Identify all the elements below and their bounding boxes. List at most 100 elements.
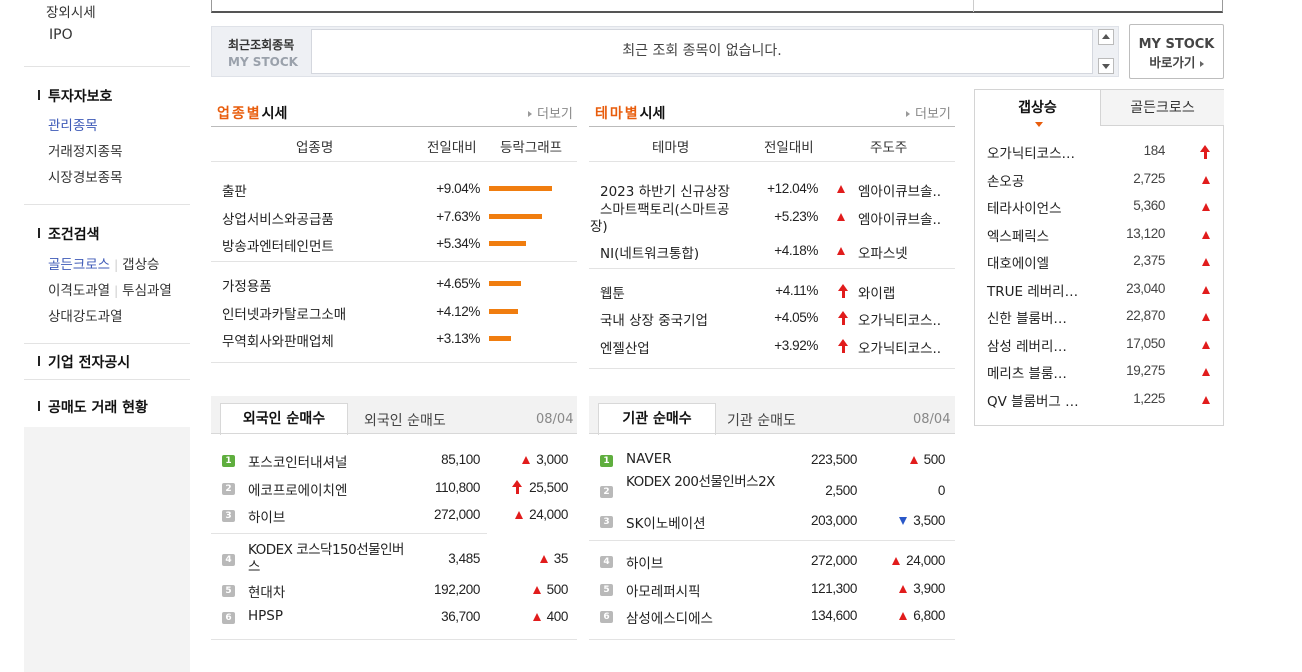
sidebar-link-managed-stocks[interactable]: 관리종목 <box>48 114 98 134</box>
gap-stock-name[interactable]: 신한 블룸버… <box>987 307 1067 327</box>
theme-leader[interactable]: 와이랩 <box>858 282 895 302</box>
stock-name[interactable]: KODEX 200선물인버스2X <box>626 474 776 491</box>
stock-change: 3,900 <box>855 581 945 596</box>
gap-arrow <box>1202 173 1210 188</box>
arrow-up-icon <box>522 456 531 464</box>
theme-name[interactable]: 웹툰 <box>600 282 625 302</box>
stock-price: 272,000 <box>434 507 480 522</box>
institution-tabbar: 기관 순매수 기관 순매도 08/04 <box>589 396 955 435</box>
scroll-down-button[interactable] <box>1098 58 1114 74</box>
change-value: 24,000 <box>906 553 945 568</box>
stock-name[interactable]: NAVER <box>626 451 672 467</box>
industry-name[interactable]: 방송과엔터테인먼트 <box>222 235 334 255</box>
gap-stock-price: 1,225 <box>1133 390 1165 406</box>
gap-stock-name[interactable]: TRUE 레버리… <box>987 280 1078 300</box>
gap-stock-name[interactable]: QV 블룸버그 … <box>987 390 1079 410</box>
sidebar-link-sentiment-overheat[interactable]: 투심과열 <box>122 283 172 299</box>
tab-institution-sell[interactable]: 기관 순매도 <box>727 410 796 430</box>
arrow-down-icon <box>899 517 908 525</box>
foreign-tabbar: 외국인 순매수 외국인 순매도 08/04 <box>211 396 577 435</box>
theme-name[interactable]: NI(네트워크통합) <box>600 242 699 262</box>
rank-badge: 5 <box>600 584 613 596</box>
gap-stock-name[interactable]: 메리츠 블룸… <box>987 362 1067 382</box>
theme-leader[interactable]: 엠아이큐브솔.. <box>858 208 941 228</box>
industry-header-change: 전일대비 <box>427 140 477 156</box>
industry-name[interactable]: 가정용품 <box>222 275 272 295</box>
theme-leader[interactable]: 엠아이큐브솔.. <box>858 180 941 200</box>
arrow-up-icon <box>539 555 548 563</box>
stock-name[interactable]: 에코프로에이치엔 <box>248 479 347 499</box>
theme-header-name: 테마명 <box>652 140 690 156</box>
industry-bar <box>489 281 521 286</box>
tab-foreign-sell[interactable]: 외국인 순매도 <box>364 410 446 430</box>
theme-more-link[interactable]: 더보기 <box>906 103 951 122</box>
upper-limit-icon <box>837 284 849 298</box>
industry-more-link[interactable]: 더보기 <box>528 103 573 122</box>
stock-name[interactable]: KODEX 코스닥150선물인버스 <box>248 542 408 576</box>
theme-leader[interactable]: 오가닉티코스.. <box>858 337 941 357</box>
stock-name[interactable]: 포스코인터내셔널 <box>248 451 347 471</box>
gap-stock-price: 2,725 <box>1133 170 1165 186</box>
sidebar-link-rsi-overheat[interactable]: 상대강도과열 <box>48 305 123 325</box>
change-value: 24,000 <box>529 507 568 522</box>
gap-stock-price: 23,040 <box>1126 280 1165 296</box>
sidebar-link-market-warning[interactable]: 시장경보종목 <box>48 166 123 186</box>
tab-institution-buy[interactable]: 기관 순매수 <box>598 403 716 435</box>
industry-name[interactable]: 출판 <box>222 180 247 200</box>
industry-name[interactable]: 상업서비스와공급품 <box>222 208 334 228</box>
sidebar-row-overheat: 이격도과열 | 투심과열 <box>48 283 172 299</box>
industry-name[interactable]: 무역회사와판매업체 <box>222 330 334 350</box>
gap-stock-name[interactable]: 테라사이언스 <box>987 197 1062 217</box>
theme-leader[interactable]: 오파스넷 <box>858 242 908 262</box>
tab-gap-up[interactable]: 갭상승 <box>975 90 1100 126</box>
theme-name[interactable]: 엔젤산업 <box>600 337 650 357</box>
sidebar-heading-condition-search[interactable]: 조건검색 <box>38 224 100 244</box>
arrow-up-icon <box>532 586 541 594</box>
industry-bar <box>489 309 518 314</box>
sidebar-link-halted-stocks[interactable]: 거래정지종목 <box>48 140 123 160</box>
stock-price: 2,500 <box>825 483 857 498</box>
theme-change: +3.92% <box>774 338 818 353</box>
scroll-up-button[interactable] <box>1098 29 1114 45</box>
stock-name[interactable]: HPSP <box>248 608 283 624</box>
change-value: 3,900 <box>913 581 945 596</box>
stock-name[interactable]: 삼성에스디에스 <box>626 607 713 627</box>
tab-golden-cross[interactable]: 골든크로스 <box>1100 90 1224 126</box>
gap-stock-name[interactable]: 엑스페릭스 <box>987 225 1049 245</box>
stock-name[interactable]: 현대차 <box>248 581 285 601</box>
stock-name[interactable]: SK이노베이션 <box>626 512 706 532</box>
gap-stock-price: 5,360 <box>1133 198 1165 213</box>
stock-name[interactable]: 하이브 <box>626 552 663 572</box>
gap-stock-name[interactable]: 대호에이엘 <box>987 252 1049 272</box>
rank-badge: 4 <box>600 556 613 568</box>
theme-name[interactable]: 2023 하반기 신규상장 <box>600 180 730 200</box>
sidebar-link-gap-up[interactable]: 갭상승 <box>122 257 159 273</box>
sidebar-heading-investor-protection[interactable]: 투자자보호 <box>38 86 112 106</box>
industry-name[interactable]: 인터넷과카탈로그소매 <box>222 303 346 323</box>
sidebar-link-golden-cross[interactable]: 골든크로스 <box>48 257 110 273</box>
sidebar-link-disclosure[interactable]: 기업 전자공시 <box>38 352 130 372</box>
gap-stock-name[interactable]: 삼성 레버리… <box>987 335 1067 355</box>
recent-label: 최근조회종목 <box>228 38 295 52</box>
sidebar-link-short-selling[interactable]: 공매도 거래 현황 <box>38 397 148 417</box>
stock-price: 3,485 <box>448 551 480 566</box>
theme-name[interactable]: 국내 상장 중국기업 <box>600 309 708 329</box>
sidebar-link-otc[interactable]: 장외시세 <box>46 1 96 21</box>
sidebar-link-disparity-overheat[interactable]: 이격도과열 <box>48 283 110 299</box>
theme-arrow <box>837 284 849 302</box>
theme-leader[interactable]: 오가닉티코스.. <box>858 309 941 329</box>
rank-badge: 1 <box>222 455 235 467</box>
tab-foreign-buy[interactable]: 외국인 순매수 <box>220 403 348 435</box>
stock-name[interactable]: 하이브 <box>248 506 285 526</box>
rank-badge: 6 <box>222 612 235 624</box>
arrow-up-icon <box>1202 258 1210 266</box>
rank-badge: 2 <box>222 483 235 495</box>
mystock-button[interactable]: MY STOCK 바로가기 <box>1129 24 1224 79</box>
theme-name[interactable]: 스마트팩토리(스마트공장) <box>590 202 740 236</box>
gap-stock-name[interactable]: 오가닉티코스… <box>987 142 1075 162</box>
rank-badge: 4 <box>222 554 235 566</box>
stock-name[interactable]: 아모레퍼시픽 <box>626 580 701 600</box>
gap-stock-price: 2,375 <box>1133 253 1165 268</box>
sidebar-link-ipo[interactable]: IPO <box>49 27 73 43</box>
gap-stock-name[interactable]: 손오공 <box>987 170 1024 190</box>
